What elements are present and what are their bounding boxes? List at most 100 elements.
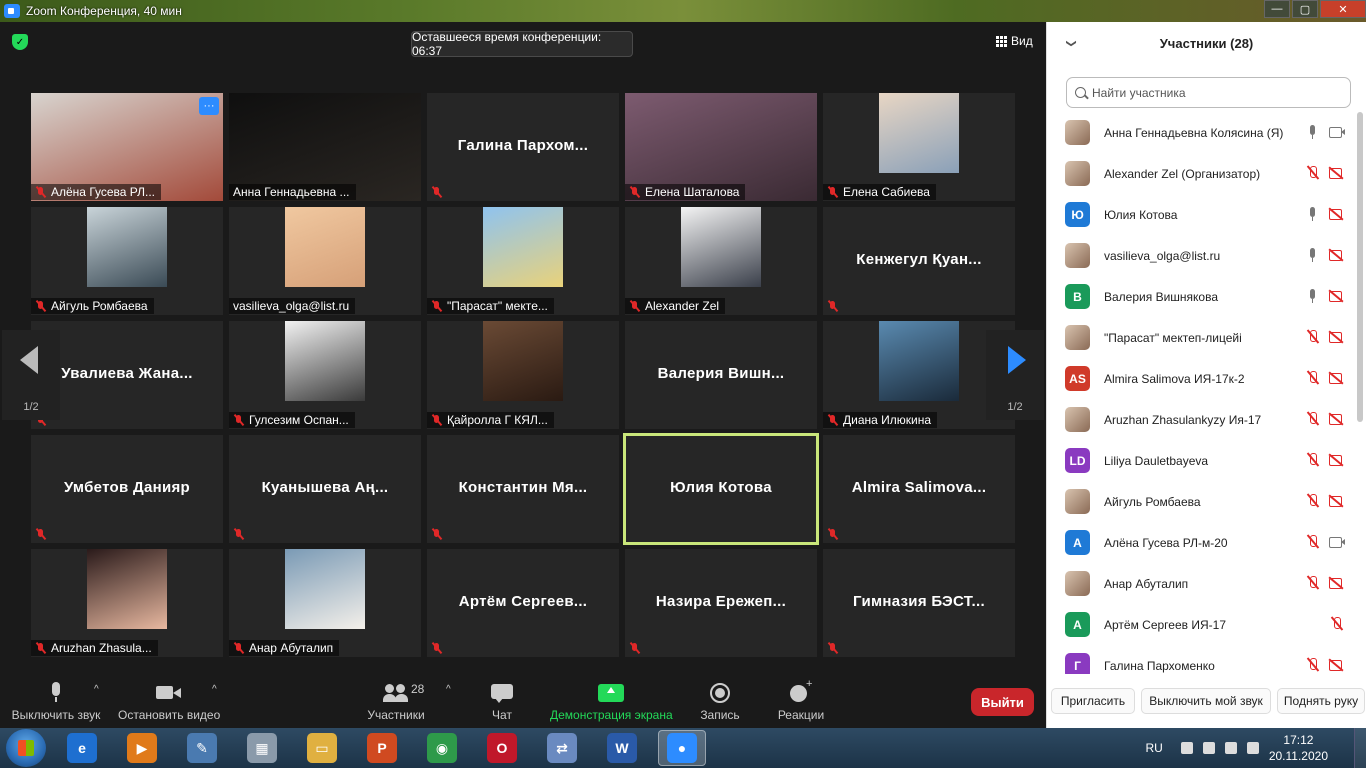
- stop-video-button[interactable]: Остановить видео: [118, 682, 220, 722]
- tile-name-label: "Парасат" мектe...: [447, 299, 548, 313]
- participant-row[interactable]: AS Almira Salimova ИЯ-17к-2: [1047, 358, 1355, 399]
- taskbar-app[interactable]: W: [598, 730, 646, 766]
- more-options-button[interactable]: ···: [199, 97, 219, 115]
- taskbar-app[interactable]: ▭: [298, 730, 346, 766]
- flag-icon[interactable]: [1202, 742, 1215, 754]
- next-page-button[interactable]: 1/2: [986, 330, 1044, 420]
- microphone-icon: [1305, 207, 1321, 221]
- video-tile[interactable]: Елена Шаталова: [625, 93, 817, 201]
- reactions-button[interactable]: Реакции: [776, 678, 826, 722]
- clock[interactable]: 17:12 20.11.2020: [1269, 732, 1328, 764]
- participant-row[interactable]: А Алёна Гусева РЛ-м-20: [1047, 522, 1355, 563]
- participants-options-caret[interactable]: ^: [446, 684, 451, 695]
- video-tile[interactable]: Анар Абуталип: [229, 549, 421, 657]
- tile-label: [823, 298, 849, 314]
- video-tile[interactable]: Назира Ережеп...: [625, 549, 817, 657]
- leave-meeting-button[interactable]: Выйти: [971, 688, 1034, 716]
- zoom-app: Zoom Конференция, 40 мин — ▢ ✕ ✓ Оставше…: [0, 0, 1366, 768]
- participant-row[interactable]: Aruzhan Zhasulankyzy Ия-17: [1047, 399, 1355, 440]
- participant-video: [681, 207, 761, 287]
- participant-row[interactable]: Айгуль Ромбаева: [1047, 481, 1355, 522]
- minimize-button[interactable]: —: [1264, 0, 1290, 18]
- network-icon[interactable]: [1224, 742, 1237, 754]
- video-tile[interactable]: Гимназия БЭСТ...: [823, 549, 1015, 657]
- video-tile[interactable]: Гулсезим Оспан...: [229, 321, 421, 429]
- video-tile[interactable]: Артём Сергеев...: [427, 549, 619, 657]
- share-screen-button[interactable]: Демонстрация экрана: [550, 682, 673, 722]
- participant-row[interactable]: Анар Абуталип: [1047, 563, 1355, 604]
- video-tile[interactable]: "Парасат" мектe...: [427, 207, 619, 315]
- taskbar-app[interactable]: P: [358, 730, 406, 766]
- participant-row[interactable]: LD Liliya Dauletbayeva: [1047, 440, 1355, 481]
- participant-status-icons: [1305, 207, 1345, 221]
- taskbar-app[interactable]: ●: [658, 730, 706, 766]
- taskbar-app[interactable]: ✎: [178, 730, 226, 766]
- taskbar-app[interactable]: ▦: [238, 730, 286, 766]
- participant-row[interactable]: Ю Юлия Котова: [1047, 194, 1355, 235]
- participant-row[interactable]: vasilieva_olga@list.ru: [1047, 235, 1355, 276]
- tile-label: Қайролла Г КЯЛ...: [427, 412, 554, 428]
- participant-row[interactable]: Анна Геннадьевна Колясина (Я): [1047, 112, 1355, 153]
- video-tile[interactable]: Куанышева Аң...: [229, 435, 421, 543]
- participant-search-input[interactable]: [1092, 85, 1332, 100]
- video-tile[interactable]: Қайролла Г КЯЛ...: [427, 321, 619, 429]
- record-button[interactable]: Запись: [698, 682, 742, 722]
- video-tile[interactable]: Анна Геннадьевна ...: [229, 93, 421, 201]
- tile-name-label: Alexander Zel: [645, 299, 720, 313]
- video-tile[interactable]: Умбетов Данияр: [31, 435, 223, 543]
- stop-video-label: Остановить видео: [118, 708, 221, 722]
- video-tile[interactable]: Almira Salimova...: [823, 435, 1015, 543]
- video-off-icon: [1329, 248, 1345, 262]
- security-shield-icon[interactable]: ✓: [12, 34, 28, 50]
- audio-options-caret[interactable]: ^: [94, 684, 99, 695]
- page-indicator-right: 1/2: [1007, 401, 1023, 413]
- video-off-icon: [1329, 658, 1345, 672]
- video-tile[interactable]: Aruzhan Zhasula...: [31, 549, 223, 657]
- video-tile[interactable]: Айгуль Ромбаева: [31, 207, 223, 315]
- video-tile[interactable]: Юлия Котова: [623, 433, 819, 545]
- video-tile[interactable]: Alexander Zel: [625, 207, 817, 315]
- taskbar-app[interactable]: ▶: [118, 730, 166, 766]
- video-tile[interactable]: Кенжегул Қуан...: [823, 207, 1015, 315]
- taskbar-app[interactable]: e: [58, 730, 106, 766]
- language-indicator[interactable]: RU: [1145, 741, 1162, 755]
- video-tile[interactable]: Елена Сабиева: [823, 93, 1015, 201]
- maximize-button[interactable]: ▢: [1292, 0, 1318, 18]
- participant-row[interactable]: А Артём Сергеев ИЯ-17: [1047, 604, 1355, 645]
- video-tile[interactable]: vasilieva_olga@list.ru: [229, 207, 421, 315]
- video-tile[interactable]: Алёна Гусева РЛ... ···: [31, 93, 223, 201]
- microphone-icon: [50, 682, 62, 704]
- zoom-app-icon: [4, 4, 20, 18]
- participant-video: [285, 207, 365, 287]
- invite-button[interactable]: Пригласить: [1051, 688, 1135, 714]
- mic-muted-icon: [431, 642, 443, 654]
- participants-button[interactable]: 28 Участники: [366, 682, 426, 722]
- participant-row[interactable]: "Парасат" мектеп-лицейі: [1047, 317, 1355, 358]
- video-options-caret[interactable]: ^: [212, 684, 217, 695]
- tray-arrow-icon[interactable]: [1180, 742, 1193, 754]
- taskbar-app[interactable]: ⇄: [538, 730, 586, 766]
- participant-video: [285, 549, 365, 629]
- participant-row[interactable]: Г Галина Пархоменко: [1047, 645, 1355, 674]
- volume-icon[interactable]: [1246, 742, 1259, 754]
- chat-button[interactable]: Чат: [486, 682, 518, 722]
- video-tile[interactable]: Галина Пархом...: [427, 93, 619, 201]
- start-button[interactable]: [6, 729, 46, 767]
- view-button[interactable]: Вид: [996, 34, 1033, 48]
- taskbar-app[interactable]: ◉: [418, 730, 466, 766]
- raise-hand-button[interactable]: Поднять руку: [1277, 688, 1365, 714]
- mute-me-button[interactable]: Выключить мой звук: [1141, 688, 1271, 714]
- close-button[interactable]: ✕: [1320, 0, 1366, 18]
- meeting-toolbar: Выключить звук ^ Остановить видео ^ 28 У…: [0, 674, 1046, 728]
- taskbar-app[interactable]: O: [478, 730, 526, 766]
- participant-row[interactable]: В Валерия Вишнякова: [1047, 276, 1355, 317]
- video-tile[interactable]: Валерия Вишн...: [625, 321, 817, 429]
- mute-button[interactable]: Выключить звук: [10, 682, 102, 722]
- participants-scrollbar[interactable]: [1357, 112, 1363, 422]
- show-desktop-button[interactable]: [1354, 728, 1366, 768]
- participant-row[interactable]: Alexander Zel (Организатор): [1047, 153, 1355, 194]
- video-tile[interactable]: Константин Мя...: [427, 435, 619, 543]
- previous-page-button[interactable]: 1/2: [2, 330, 60, 420]
- participant-search[interactable]: [1066, 77, 1351, 108]
- video-off-icon: [1329, 576, 1345, 590]
